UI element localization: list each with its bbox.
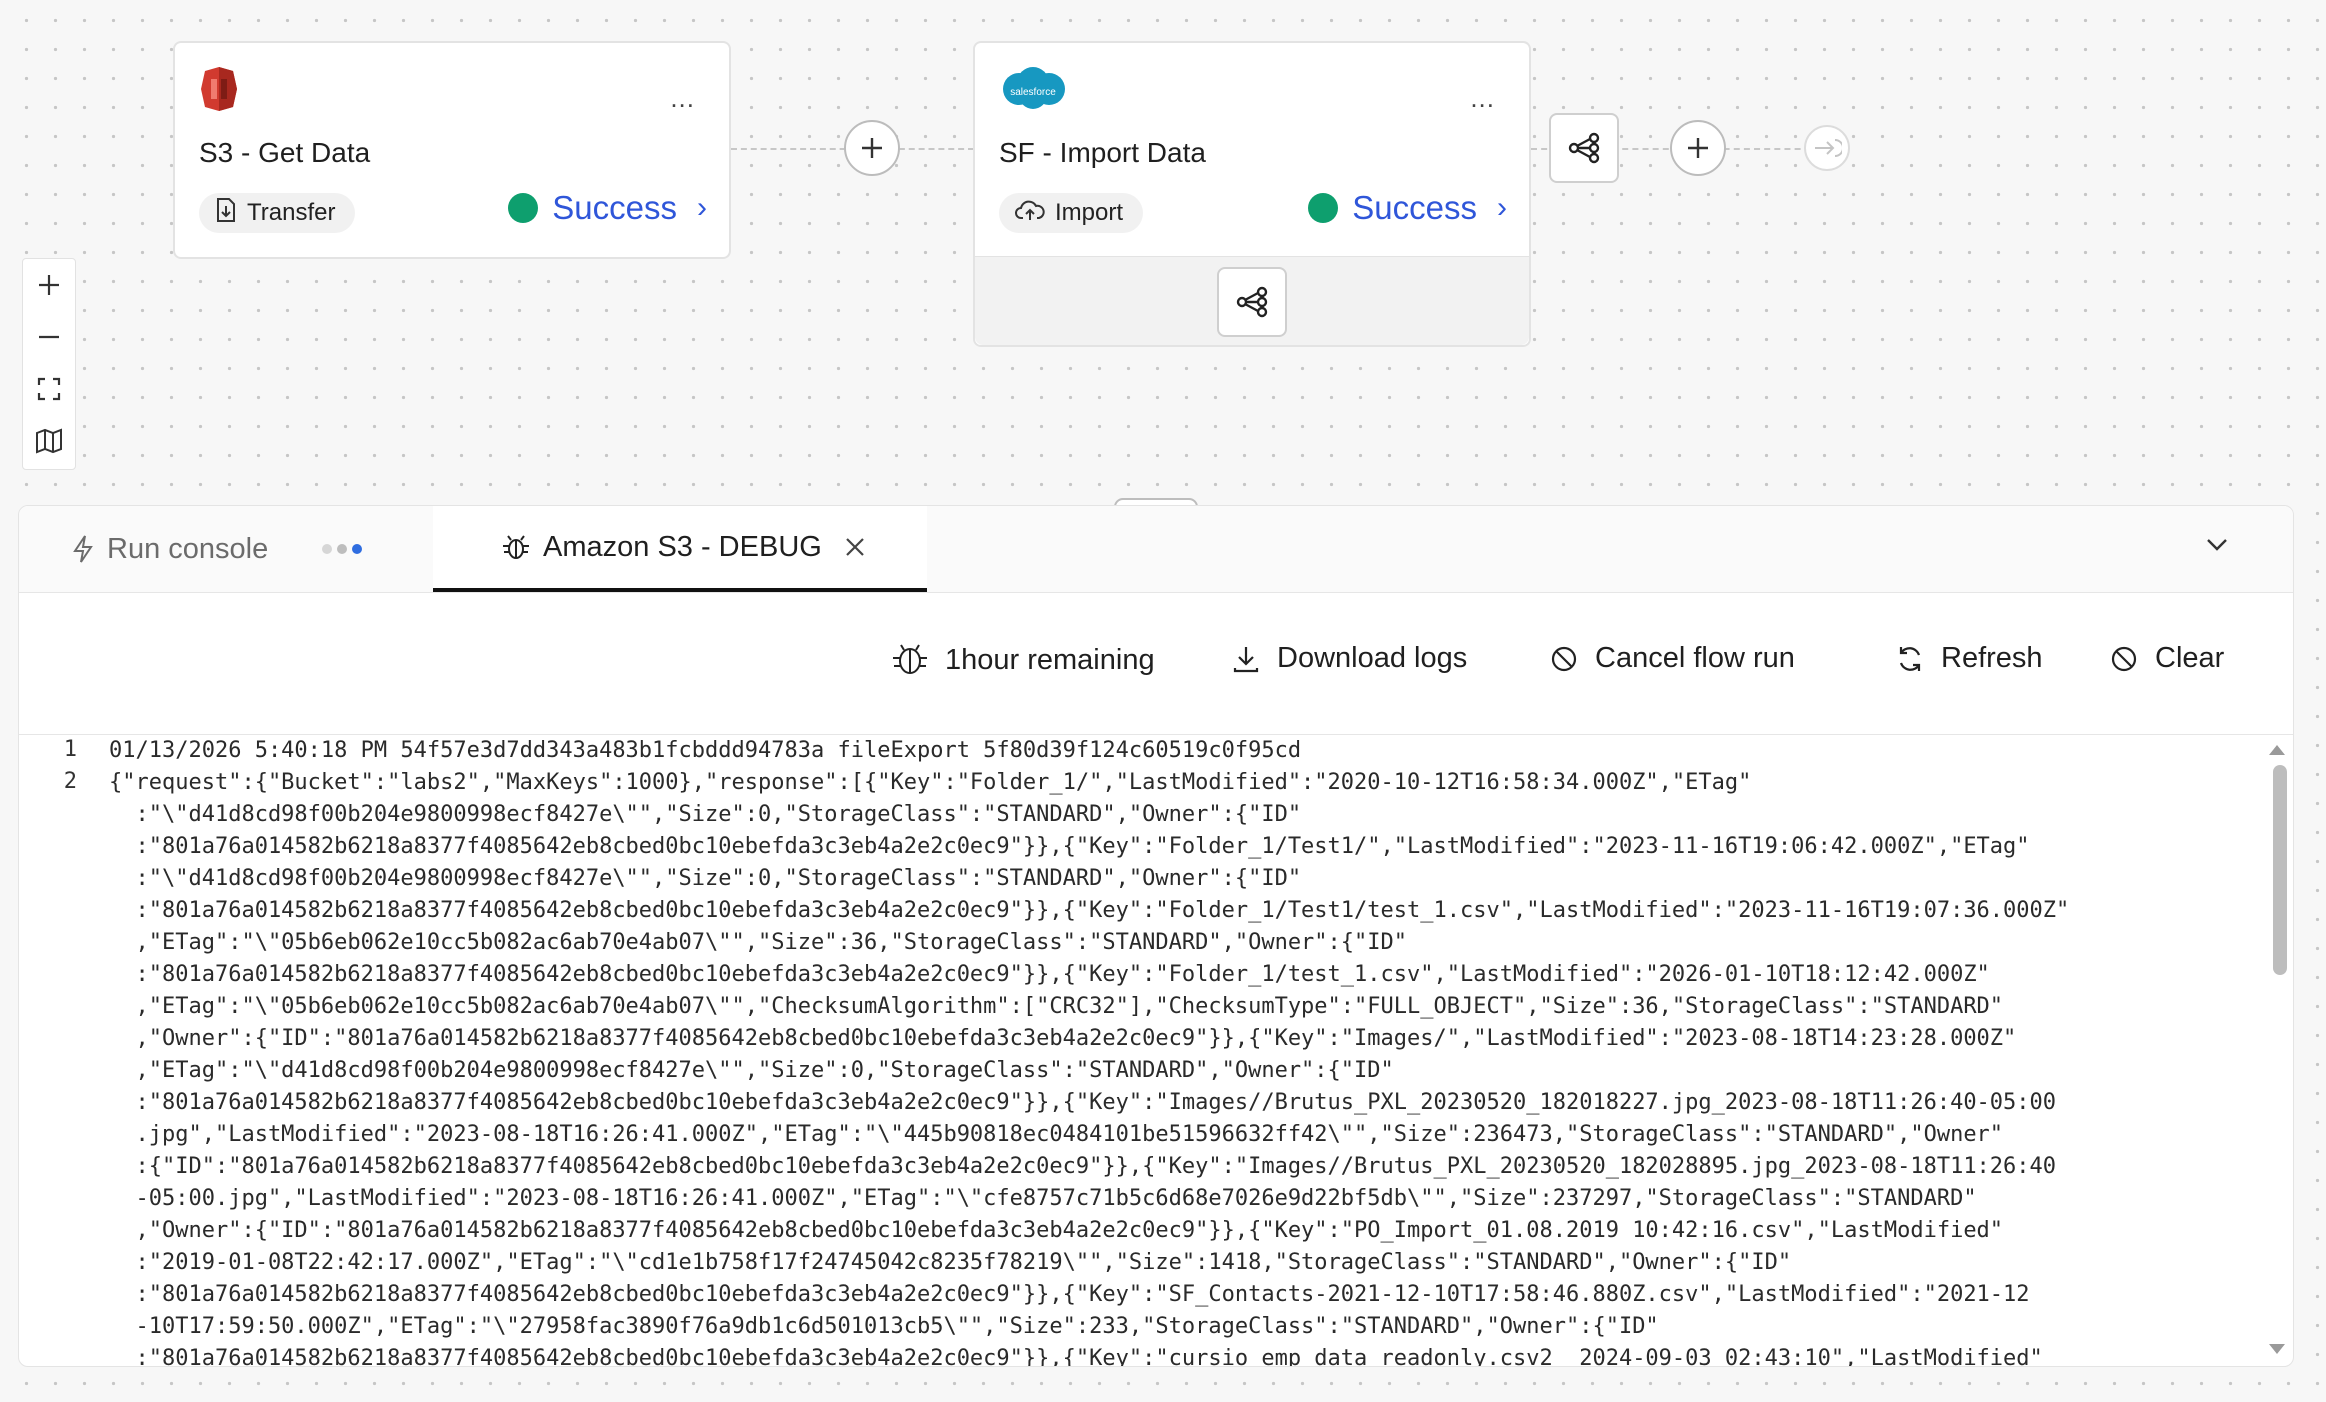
log-line: 01/13/2026 5:40:18 PM 54f57e3d7dd343a483… — [109, 738, 1302, 763]
cancel-icon — [1551, 646, 1577, 671]
log-line: ,"Owner":{"ID":"801a76a014582b6218a8377f… — [109, 1026, 2017, 1051]
log-line: -10T17:59:50.000Z","ETag":"\"27958fac389… — [109, 1314, 1659, 1339]
transfer-chip: Transfer — [199, 193, 356, 233]
download-file-icon — [215, 197, 237, 230]
tab-run-console[interactable]: Run console — [71, 506, 363, 592]
close-icon — [846, 538, 864, 556]
bug-icon — [503, 535, 529, 559]
download-logs-button[interactable]: Download logs — [1231, 642, 1467, 675]
cancel-label: Cancel flow run — [1595, 642, 1795, 674]
clear-icon — [2111, 646, 2137, 671]
remaining-label: 1hour remaining — [945, 643, 1155, 676]
log-line: ,"ETag":"\"05b6eb062e10cc5b082ac6ab70e4a… — [109, 930, 1408, 955]
status-dot-icon — [508, 193, 539, 223]
add-step-button[interactable] — [1670, 120, 1726, 176]
node-menu-button[interactable]: ... — [670, 83, 695, 114]
log-line: -05:00.jpg","LastModified":"2023-08-18T1… — [109, 1186, 1977, 1211]
log-line: ,"Owner":{"ID":"801a76a014582b6218a8377f… — [109, 1218, 2004, 1243]
clear-label: Clear — [2155, 642, 2225, 674]
import-chip: Import — [999, 193, 1144, 233]
map-icon — [36, 428, 62, 454]
status-dot-icon — [1308, 193, 1339, 223]
tab-amazon-s3-debug[interactable]: Amazon S3 - DEBUG — [433, 506, 927, 592]
svg-text:salesforce: salesforce — [1010, 87, 1056, 98]
log-scrollbar[interactable] — [2263, 735, 2293, 1366]
log-line: {"request":{"Bucket":"labs2","MaxKeys":1… — [109, 770, 1752, 795]
add-step-button[interactable] — [844, 120, 900, 176]
log-line: :"2019-01-08T22:42:17.000Z","ETag":"\"cd… — [109, 1250, 1792, 1275]
refresh-label: Refresh — [1941, 642, 2043, 674]
salesforce-logo-icon: salesforce — [999, 65, 1067, 111]
log-line: ,"ETag":"\"d41d8cd98f00b204e9800998ecf84… — [109, 1058, 1394, 1083]
log-line: :"\"d41d8cd98f00b204e9800998ecf8427e\"",… — [109, 802, 1302, 827]
log-line: :"801a76a014582b6218a8377f4085642eb8cbed… — [109, 1346, 2043, 1366]
minimap-button[interactable] — [23, 415, 75, 467]
log-line: :{"ID":"801a76a014582b6218a8377f4085642e… — [109, 1154, 2057, 1179]
minus-icon — [39, 335, 59, 339]
line-number: 2 — [63, 769, 77, 794]
cancel-flow-run-button[interactable]: Cancel flow run — [1549, 642, 1795, 675]
line-number: 1 — [63, 737, 77, 762]
scrollbar-thumb[interactable] — [2273, 765, 2287, 975]
end-arrow-icon — [1815, 139, 1842, 157]
bug-icon — [893, 644, 927, 674]
branch-icon — [1236, 286, 1268, 318]
lightning-icon — [73, 535, 93, 563]
plus-icon — [862, 138, 882, 158]
scroll-down-icon[interactable] — [2269, 1344, 2285, 1354]
refresh-icon — [1899, 646, 1921, 671]
status-text: Success — [1352, 189, 1477, 226]
download-icon — [1233, 646, 1259, 672]
remaining-time-indicator: 1hour remaining — [891, 642, 1155, 678]
log-line: :"801a76a014582b6218a8377f4085642eb8cbed… — [109, 1282, 2030, 1307]
zoom-out-button[interactable] — [23, 311, 75, 363]
plus-icon — [39, 275, 59, 295]
log-line: :"801a76a014582b6218a8377f4085642eb8cbed… — [109, 962, 1990, 987]
branch-button[interactable] — [1549, 113, 1619, 183]
log-line: ,"ETag":"\"05b6eb062e10cc5b082ac6ab70e4a… — [109, 994, 2004, 1019]
chevron-right-icon: › — [697, 191, 707, 224]
zoom-controls — [22, 258, 76, 470]
status-text: Success — [552, 189, 677, 226]
branch-button[interactable] — [1217, 267, 1287, 337]
scroll-up-icon[interactable] — [2269, 745, 2285, 755]
chevron-down-icon — [2207, 539, 2227, 551]
log-line: :"801a76a014582b6218a8377f4085642eb8cbed… — [109, 834, 2030, 859]
log-line: :"\"d41d8cd98f00b204e9800998ecf8427e\"",… — [109, 866, 1302, 891]
chip-label: Transfer — [247, 199, 336, 226]
status-link[interactable]: Success › — [508, 189, 707, 227]
download-label: Download logs — [1277, 642, 1468, 674]
loading-dots-icon — [322, 544, 363, 554]
log-text: 01/13/2026 5:40:18 PM 54f57e3d7dd343a483… — [109, 735, 2249, 1366]
close-tab-button[interactable] — [843, 506, 867, 588]
status-link[interactable]: Success › — [1308, 189, 1507, 227]
clear-button[interactable]: Clear — [2109, 642, 2224, 675]
tab-label: Amazon S3 - DEBUG — [543, 530, 822, 563]
s3-get-data-node[interactable]: ... S3 - Get Data Transfer Success › — [173, 41, 731, 259]
console-panel: Run console Amazon S3 - DEBUG 1hour rema… — [18, 505, 2294, 1367]
chip-label: Import — [1055, 199, 1124, 226]
tab-label: Run console — [107, 532, 269, 565]
sf-import-data-node[interactable]: salesforce ... SF - Import Data Import S… — [973, 41, 1531, 347]
fit-view-button[interactable] — [23, 363, 75, 415]
fullscreen-icon — [37, 377, 61, 401]
log-line: .jpg","LastModified":"2023-08-18T16:26:4… — [109, 1122, 2004, 1147]
branch-icon — [1568, 132, 1600, 164]
console-toolbar: 1hour remaining Download logs Cancel flo… — [19, 592, 2293, 735]
end-flow-button[interactable] — [1804, 125, 1850, 171]
collapse-panel-button[interactable] — [2203, 530, 2231, 563]
refresh-button[interactable]: Refresh — [1895, 642, 2043, 675]
log-line: :"801a76a014582b6218a8377f4085642eb8cbed… — [109, 1090, 2057, 1115]
cloud-upload-icon — [1015, 198, 1045, 229]
chevron-right-icon: › — [1497, 191, 1507, 224]
console-tab-bar: Run console Amazon S3 - DEBUG — [19, 506, 2293, 593]
log-line: :"801a76a014582b6218a8377f4085642eb8cbed… — [109, 898, 2070, 923]
plus-icon — [1688, 138, 1708, 158]
node-menu-button[interactable]: ... — [1470, 83, 1495, 114]
log-viewer[interactable]: 1 2 01/13/2026 5:40:18 PM 54f57e3d7dd343… — [19, 735, 2293, 1366]
zoom-in-button[interactable] — [23, 259, 75, 311]
s3-logo-icon — [197, 65, 241, 118]
node-title: S3 - Get Data — [199, 137, 371, 168]
node-title: SF - Import Data — [999, 137, 1206, 168]
